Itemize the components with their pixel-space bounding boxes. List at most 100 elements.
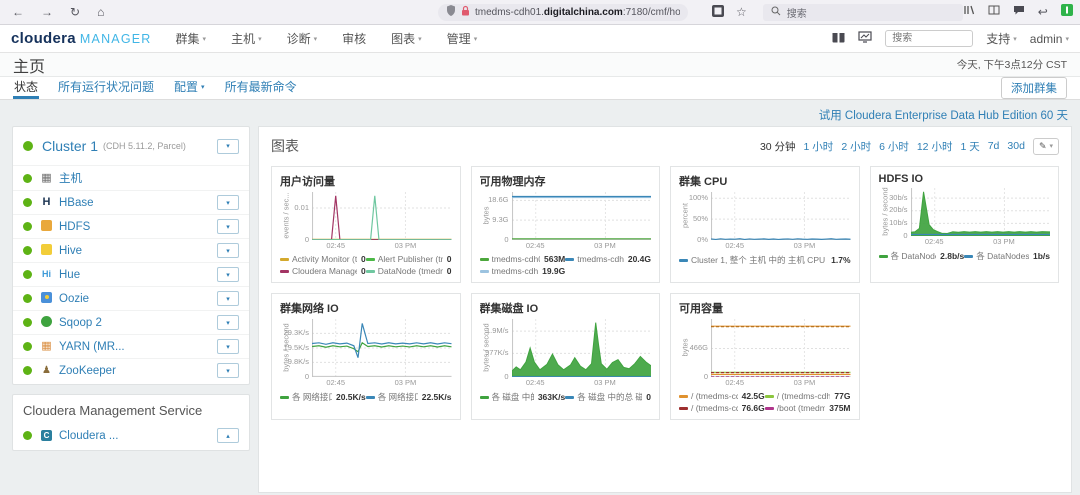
home-icon[interactable]: ⌂ — [97, 6, 104, 18]
chart-title: HDFS IO — [879, 173, 1051, 185]
back-icon[interactable]: ← — [12, 6, 24, 18]
legend-color-icon — [366, 270, 375, 273]
y-tick-label: 977K/s — [485, 349, 508, 357]
management-dropdown-button[interactable]: ▴ — [217, 428, 239, 443]
reader-view-icon[interactable] — [988, 3, 1000, 21]
chart-card[interactable]: 群集 CPUpercent100%50%0%02:4503 PMCluster … — [670, 166, 860, 283]
tab-status[interactable]: 状态 — [13, 78, 39, 99]
tab-commands[interactable]: 所有最新命令 — [224, 78, 298, 99]
tab-health-issues[interactable]: 所有运行状况问题 — [57, 78, 155, 99]
service-dropdown-button[interactable]: ▾ — [217, 363, 239, 378]
trial-row: 试用 Cloudera Enterprise Data Hub Edition … — [12, 102, 1072, 126]
running-commands-icon[interactable] — [858, 30, 872, 48]
service-row: Hive▾ — [13, 238, 249, 262]
service-dropdown-button[interactable]: ▾ — [217, 339, 239, 354]
service-dropdown-button[interactable]: ▾ — [217, 315, 239, 330]
browser-search[interactable]: 搜索 — [763, 4, 963, 21]
service-dropdown-button[interactable]: ▾ — [217, 195, 239, 210]
insecure-lock-icon[interactable] — [461, 3, 470, 21]
time-range-3[interactable]: 2 小时 — [841, 139, 871, 154]
tabs: 状态所有运行状况问题配置▾ 所有最新命令 — [13, 78, 298, 99]
user-menu[interactable]: admin▾ — [1030, 32, 1069, 46]
support-menu[interactable]: 支持▾ — [986, 30, 1017, 47]
management-title: Cloudera Management Service — [13, 395, 249, 424]
chart-card[interactable]: 可用容量bytes466G002:4503 PM/ (tmedms-cdh0..… — [670, 293, 860, 420]
undo-icon[interactable]: ↩ — [1038, 6, 1048, 18]
time-range-6[interactable]: 1 天 — [960, 139, 979, 154]
service-dropdown-button[interactable]: ▾ — [217, 291, 239, 306]
url-bar[interactable]: tmedms-cdh01.digitalchina.com:7180/cmf/h… — [438, 4, 688, 21]
plot-area — [911, 188, 1051, 236]
cm-search-input[interactable] — [885, 30, 973, 47]
chart-card[interactable]: 群集网络 IObytes / second29.3K/s19.5K/s9.8K/… — [271, 293, 461, 420]
time-range-2[interactable]: 1 小时 — [804, 139, 834, 154]
y-tick-label: 0 — [704, 373, 708, 381]
legend-item: DataNode (tmedms-...0 — [366, 265, 452, 277]
legend-label: 各 磁盘 中的总 ... — [492, 391, 534, 403]
trial-link[interactable]: 试用 Cloudera Enterprise Data Hub Edition … — [819, 110, 1068, 122]
nav-diagnostics[interactable]: 诊断▾ — [287, 30, 318, 47]
service-link[interactable]: Hue — [59, 269, 217, 281]
page-title: 主页 — [13, 53, 45, 77]
messages-icon[interactable] — [1013, 3, 1025, 21]
browser-toolbar: ← → ↻ ⌂ tmedms-cdh01.digitalchina.com:71… — [0, 0, 1080, 25]
service-link[interactable]: YARN (MR... — [59, 341, 217, 353]
cluster-dropdown-button[interactable]: ▾ — [217, 139, 239, 154]
add-cluster-button[interactable]: 添加群集 — [1001, 77, 1067, 99]
time-range-4[interactable]: 6 小时 — [879, 139, 909, 154]
chart-body: bytes / second29.3K/s19.5K/s9.8K/s0 — [280, 319, 452, 377]
bookmark-star-icon[interactable]: ☆ — [736, 6, 747, 18]
service-dropdown-button[interactable]: ▾ — [217, 243, 239, 258]
green-extension-icon[interactable] — [1061, 3, 1073, 21]
parcel-icon[interactable] — [832, 30, 845, 48]
x-tick-label: 02:45 — [326, 378, 345, 387]
time-range-5[interactable]: 12 小时 — [917, 139, 953, 154]
service-link[interactable]: HDFS — [59, 221, 217, 233]
chevron-down-icon: ▾ — [1049, 142, 1053, 150]
nav-hosts[interactable]: 主机▾ — [231, 30, 262, 47]
service-link[interactable]: Hive — [59, 245, 217, 257]
tab-configuration[interactable]: 配置▾ — [173, 78, 206, 99]
service-link[interactable]: HBase — [59, 197, 217, 209]
cluster-name-link[interactable]: Cluster 1 — [42, 138, 98, 154]
time-range-7[interactable]: 7d — [988, 140, 1000, 152]
service-link[interactable]: Sqoop 2 — [59, 317, 217, 329]
service-link[interactable]: Oozie — [59, 293, 217, 305]
chevron-down-icon: ▾ — [226, 319, 230, 327]
y-tick-label: 0 — [504, 236, 508, 244]
status-dot — [23, 270, 32, 279]
legend-color-icon — [679, 395, 688, 398]
legend-label: Cloudera Manageme... — [292, 266, 357, 276]
cloudera-manager-logo[interactable]: cloudera MANAGER — [11, 30, 152, 47]
nav-charts[interactable]: 图表▾ — [391, 30, 422, 47]
reload-icon[interactable]: ↻ — [70, 6, 80, 18]
edit-charts-button[interactable]: ✎▾ — [1033, 138, 1059, 155]
management-service-link[interactable]: Cloudera ... — [59, 430, 217, 442]
x-tick-label: 02:45 — [526, 241, 545, 250]
chart-card[interactable]: 群集磁盘 IObytes / second1.9M/s977K/s002:450… — [471, 293, 661, 420]
status-dot — [23, 366, 32, 375]
chart-body: bytes / second30b/s20b/s10b/s0 — [879, 188, 1051, 236]
service-row: ▦主机 — [13, 165, 249, 190]
nav-administration[interactable]: 管理▾ — [447, 30, 478, 47]
time-range-8[interactable]: 30d — [1007, 140, 1025, 152]
chart-plot — [512, 192, 652, 240]
chart-card[interactable]: 可用物理内存bytes18.6G9.3G002:4503 PMtmedms-cd… — [471, 166, 661, 283]
time-range-1[interactable]: 30 分钟 — [760, 139, 796, 154]
service-dropdown-button[interactable]: ▾ — [217, 219, 239, 234]
search-icon — [771, 3, 781, 21]
oozie-icon — [40, 292, 53, 306]
nav-audit[interactable]: 审核 — [342, 30, 366, 47]
page-timestamp: 今天, 下午3点12分 CST — [957, 57, 1067, 72]
service-link[interactable]: 主机 — [59, 170, 239, 186]
cluster-card: Cluster 1 (CDH 5.11.2, Parcel) ▾ ▦主机HHBa… — [12, 126, 250, 385]
forward-icon[interactable]: → — [41, 6, 53, 18]
shield-icon[interactable] — [446, 3, 456, 21]
chart-card[interactable]: 用户访问量events / sec...0.01002:4503 PMActiv… — [271, 166, 461, 283]
nav-clusters[interactable]: 群集▾ — [176, 30, 207, 47]
service-link[interactable]: ZooKeeper — [59, 365, 217, 377]
extension-icon[interactable] — [712, 5, 724, 19]
library-icon[interactable] — [963, 3, 975, 21]
chart-card[interactable]: HDFS IObytes / second30b/s20b/s10b/s002:… — [870, 166, 1060, 283]
service-dropdown-button[interactable]: ▾ — [217, 267, 239, 282]
